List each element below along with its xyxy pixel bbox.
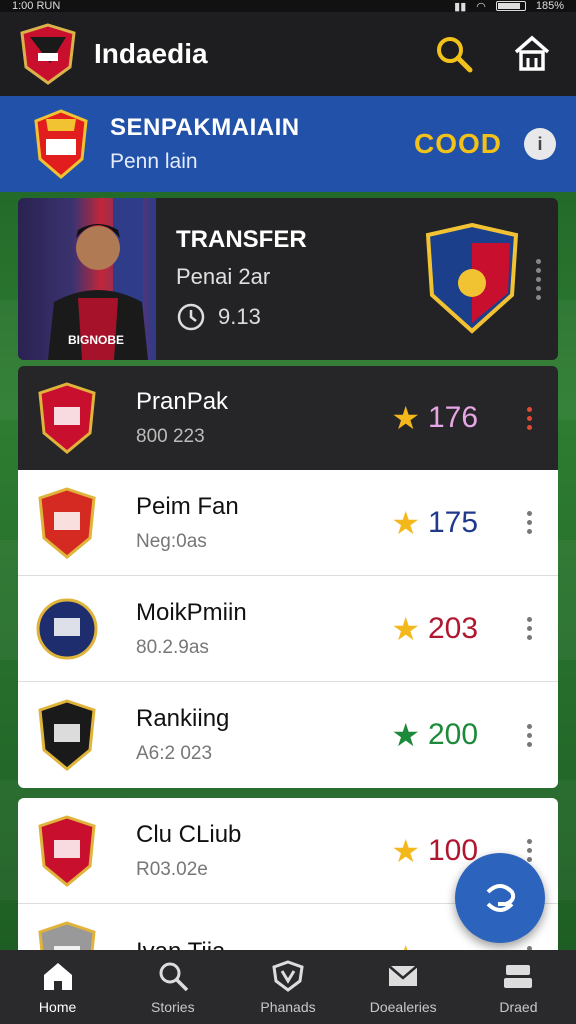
info-button[interactable]: i bbox=[524, 128, 556, 160]
club-crest-icon bbox=[38, 699, 96, 771]
app-title: Indaedia bbox=[94, 38, 208, 69]
club-name: PranPak bbox=[136, 388, 229, 415]
app-logo-shield-icon bbox=[20, 23, 76, 85]
shield-icon bbox=[271, 959, 305, 993]
club-crest-icon bbox=[38, 486, 96, 559]
more-options-icon[interactable] bbox=[518, 406, 540, 430]
club-crest-icon bbox=[425, 223, 519, 334]
nav-item-home[interactable]: Home bbox=[0, 950, 115, 1024]
club-subtitle: R03.02e bbox=[136, 858, 208, 880]
transfer-card[interactable]: BIGNOBE TRANSFER Penai 2ar 9.13 bbox=[18, 198, 558, 360]
club-row[interactable]: MoikPmiin 80.2.9as ★ 203 bbox=[18, 576, 558, 682]
bottom-navigation: Home Stories Phanads Doealeries Draed bbox=[0, 950, 576, 1024]
battery-level: 185% bbox=[535, 0, 564, 12]
home-icon bbox=[41, 959, 75, 993]
battery-icon bbox=[495, 1, 526, 11]
more-options-icon[interactable] bbox=[518, 723, 540, 747]
club-crest-icon bbox=[34, 109, 88, 179]
star-icon: ★ bbox=[391, 504, 420, 541]
star-icon: ★ bbox=[391, 717, 420, 753]
transfer-subtitle: Penai 2ar bbox=[176, 264, 271, 289]
club-subtitle: Neg:0as bbox=[136, 530, 207, 552]
star-icon: ★ bbox=[391, 400, 420, 436]
nav-label: Stories bbox=[151, 999, 195, 1015]
transfer-time: 9.13 bbox=[218, 304, 261, 329]
nav-item-mail[interactable]: Doealeries bbox=[346, 950, 461, 1024]
search-icon bbox=[437, 37, 473, 73]
player-photo: BIGNOBE bbox=[18, 198, 156, 360]
info-icon: i bbox=[537, 133, 543, 154]
more-options-icon[interactable] bbox=[518, 617, 540, 640]
search-button[interactable] bbox=[430, 30, 478, 78]
club-name: Clu CLiub bbox=[136, 820, 242, 848]
club-name: Peim Fan bbox=[136, 492, 239, 520]
status-icons: ▮▮ ◠ 185% bbox=[454, 0, 564, 12]
nav-item-search[interactable]: Stories bbox=[115, 950, 230, 1024]
club-crest-icon bbox=[38, 921, 96, 950]
star-icon: ★ bbox=[391, 938, 420, 950]
club-score: 176 bbox=[428, 401, 479, 434]
star-icon: ★ bbox=[391, 832, 420, 869]
swap-icon bbox=[486, 884, 516, 912]
club-name: Ivan Tiia bbox=[136, 938, 391, 950]
header-code: COOD bbox=[414, 128, 502, 159]
header-subtitle: Penn lain bbox=[110, 150, 198, 173]
club-score: 203 bbox=[428, 611, 479, 645]
club-row[interactable]: Peim Fan Neg:0as ★ 175 bbox=[18, 470, 558, 576]
home-button[interactable] bbox=[508, 30, 556, 78]
home-icon bbox=[514, 35, 550, 71]
club-ranking-list: PranPak 800 223 ★ 176 Peim Fan Neg:0as ★ 175 Moi… bbox=[18, 366, 558, 788]
clock-icon bbox=[177, 303, 205, 331]
header-title: SENPAKMAIAIN bbox=[110, 114, 300, 141]
more-options-icon[interactable] bbox=[518, 511, 540, 534]
wifi-icon: ◠ bbox=[476, 0, 486, 13]
nav-label: Home bbox=[38, 999, 77, 1015]
signal-icon: ▮▮ bbox=[454, 0, 467, 13]
nav-label: Phanads bbox=[260, 999, 316, 1015]
tray-icon bbox=[501, 959, 535, 993]
nav-label: Draed bbox=[499, 999, 538, 1015]
nav-label: Doealeries bbox=[369, 999, 437, 1015]
nav-item-tray[interactable]: Draed bbox=[461, 950, 576, 1024]
status-bar: 1:00 RUN ▮▮ ◠ 185% bbox=[0, 0, 576, 12]
nav-item-shield[interactable]: Phanads bbox=[230, 950, 345, 1024]
club-score: 175 bbox=[428, 505, 479, 539]
transfer-title: TRANSFER bbox=[176, 226, 307, 253]
club-row[interactable]: Rankiing A6:2 023 ★ 200 bbox=[18, 682, 558, 788]
transfer-more-button[interactable] bbox=[528, 258, 548, 300]
search-icon bbox=[156, 959, 190, 993]
floating-action-button[interactable] bbox=[455, 853, 545, 943]
club-row[interactable]: PranPak 800 223 ★ 176 bbox=[18, 366, 558, 470]
featured-club-header[interactable]: SENPAKMAIAIN Penn lain COOD i bbox=[0, 96, 576, 192]
club-subtitle: 800 223 bbox=[136, 426, 205, 447]
club-crest-icon bbox=[36, 598, 98, 659]
club-subtitle: A6:2 023 bbox=[136, 743, 213, 764]
club-score: 200 bbox=[428, 718, 479, 751]
club-name: Rankiing bbox=[136, 705, 230, 732]
club-crest-icon bbox=[38, 382, 96, 454]
status-time: 1:00 RUN bbox=[12, 0, 61, 12]
mail-icon bbox=[386, 959, 420, 993]
club-name: MoikPmiin bbox=[136, 598, 247, 626]
star-icon: ★ bbox=[391, 610, 420, 647]
club-subtitle: 80.2.9as bbox=[136, 636, 209, 658]
jersey-sponsor-text: BIGNOBE bbox=[68, 333, 125, 347]
club-crest-icon bbox=[38, 814, 96, 887]
app-bar: Indaedia bbox=[0, 12, 576, 96]
